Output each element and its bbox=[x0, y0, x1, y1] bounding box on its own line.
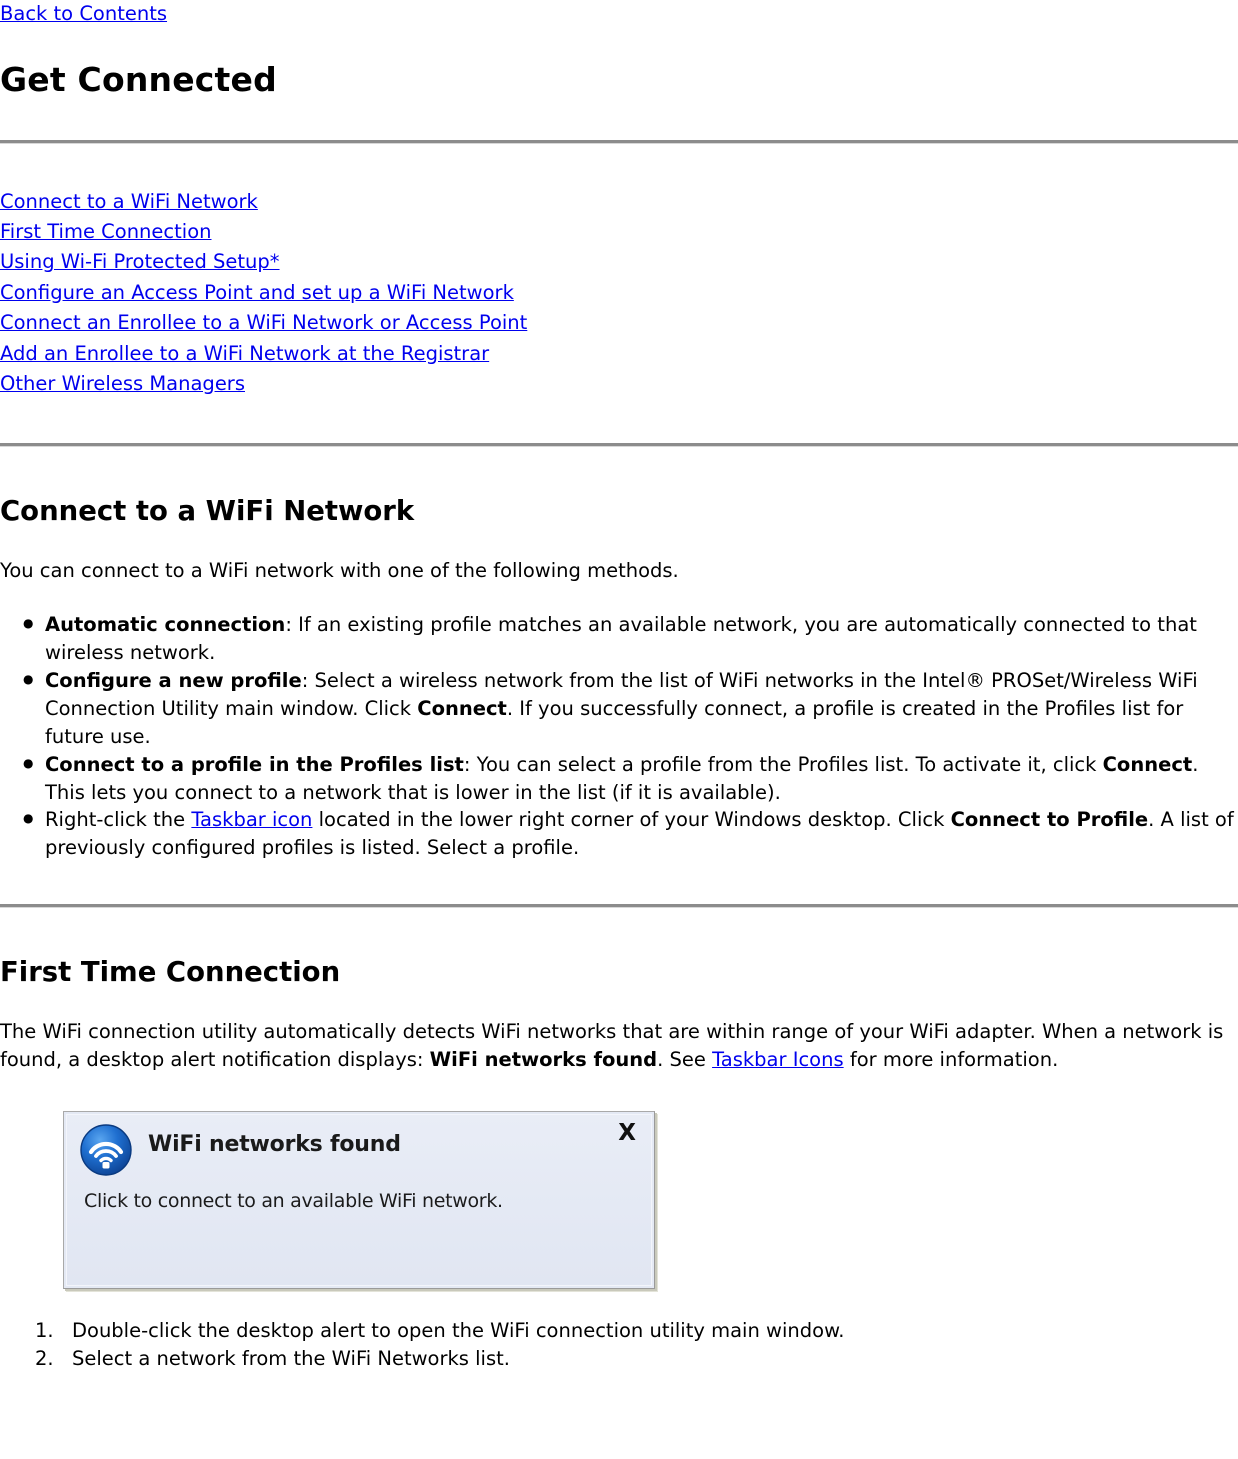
horizontal-rule bbox=[0, 139, 1238, 144]
list-item: Select a network from the WiFi Networks … bbox=[35, 1345, 510, 1373]
wifi-signal-icon bbox=[78, 1122, 134, 1178]
toc-line: Other Wireless Managers bbox=[0, 369, 1238, 399]
document-page: Back to Contents Get Connected Connect t… bbox=[0, 0, 1238, 1373]
taskbar-icon-link[interactable]: Taskbar icon bbox=[191, 808, 312, 831]
alert-body-text: Click to connect to an available WiFi ne… bbox=[84, 1189, 503, 1212]
method-colon: : bbox=[463, 752, 477, 776]
toc-line: Connect an Enrollee to a WiFi Network or… bbox=[0, 308, 1238, 338]
toc-line: Using Wi-Fi Protected Setup* bbox=[0, 247, 1238, 277]
toc-link-connect-an-enrollee[interactable]: Connect an Enrollee to a WiFi Network or… bbox=[0, 308, 527, 338]
table-of-contents: Connect to a WiFi Network First Time Con… bbox=[0, 187, 1238, 400]
list-item: Connect to a profile in the Profiles lis… bbox=[23, 750, 1238, 807]
list-item: Configure a new profile: Select a wirele… bbox=[23, 666, 1238, 751]
method-colon: : bbox=[285, 613, 299, 637]
connection-methods-list: Automatic connection: If an existing pro… bbox=[0, 610, 1238, 862]
first-time-steps-list: Double-click the desktop alert to open t… bbox=[0, 1317, 1238, 1373]
list-item: Automatic connection: If an existing pro… bbox=[23, 610, 1238, 667]
inline-bold-wifi-networks-found: WiFi networks found bbox=[429, 1048, 658, 1072]
back-to-contents-link[interactable]: Back to Contents bbox=[0, 2, 167, 25]
horizontal-rule bbox=[0, 443, 1238, 448]
desktop-alert-notification[interactable]: WiFi networks found X Click to connect t… bbox=[63, 1110, 655, 1289]
list-item: Right-click the Taskbar icon located in … bbox=[23, 805, 1238, 862]
taskbar-icons-link[interactable]: Taskbar Icons bbox=[712, 1048, 844, 1071]
toc-line: Add an Enrollee to a WiFi Network at the… bbox=[0, 339, 1238, 369]
close-icon[interactable]: X bbox=[618, 1121, 636, 1145]
inline-bold-connect: Connect bbox=[1102, 752, 1193, 776]
paragraph-part-2: . See bbox=[657, 1048, 713, 1072]
first-time-paragraph: The WiFi connection utility automaticall… bbox=[0, 1018, 1238, 1074]
method-text: You can select a profile from the Profil… bbox=[476, 752, 1103, 776]
divider-after-methods bbox=[0, 904, 1238, 909]
inline-bold-connect: Connect bbox=[417, 696, 507, 720]
page-title: Get Connected bbox=[0, 60, 277, 99]
inline-bold-connect-to-profile: Connect to Profile bbox=[950, 808, 1149, 832]
toc-link-connect-to-a-wifi-network[interactable]: Connect to a WiFi Network bbox=[0, 187, 258, 217]
toc-link-configure-an-access-point[interactable]: Configure an Access Point and set up a W… bbox=[0, 278, 514, 308]
section-heading-first-time-connection: First Time Connection bbox=[0, 956, 341, 989]
toc-link-add-an-enrollee[interactable]: Add an Enrollee to a WiFi Network at the… bbox=[0, 339, 489, 369]
section-heading-connect-to-a-wifi-network: Connect to a WiFi Network bbox=[0, 495, 415, 528]
breadcrumb: Back to Contents bbox=[0, 0, 1238, 26]
method-term: Configure a new profile bbox=[45, 669, 302, 693]
alert-title: WiFi networks found bbox=[148, 1131, 401, 1157]
method-colon: : bbox=[301, 669, 315, 693]
horizontal-rule bbox=[0, 904, 1238, 909]
connect-intro-paragraph: You can connect to a WiFi network with o… bbox=[0, 559, 679, 583]
list-item: Double-click the desktop alert to open t… bbox=[35, 1317, 845, 1345]
toc-link-first-time-connection[interactable]: First Time Connection bbox=[0, 217, 212, 247]
divider-top bbox=[0, 139, 1238, 144]
divider-after-toc bbox=[0, 443, 1238, 448]
method-term: Automatic connection bbox=[45, 613, 286, 637]
toc-line: First Time Connection bbox=[0, 217, 1238, 247]
toc-line: Configure an Access Point and set up a W… bbox=[0, 278, 1238, 308]
method-text: Right-click the bbox=[45, 808, 192, 832]
paragraph-part-3: for more information. bbox=[843, 1048, 1059, 1072]
method-term: Connect to a profile in the Profiles lis… bbox=[45, 752, 464, 776]
toc-link-using-wifi-protected-setup[interactable]: Using Wi-Fi Protected Setup* bbox=[0, 247, 280, 277]
desktop-alert-figure: WiFi networks found X Click to connect t… bbox=[0, 1110, 1238, 1289]
toc-link-other-wireless-managers[interactable]: Other Wireless Managers bbox=[0, 369, 245, 399]
method-text-mid: located in the lower right corner of you… bbox=[312, 808, 951, 832]
toc-line: Connect to a WiFi Network bbox=[0, 187, 1238, 217]
